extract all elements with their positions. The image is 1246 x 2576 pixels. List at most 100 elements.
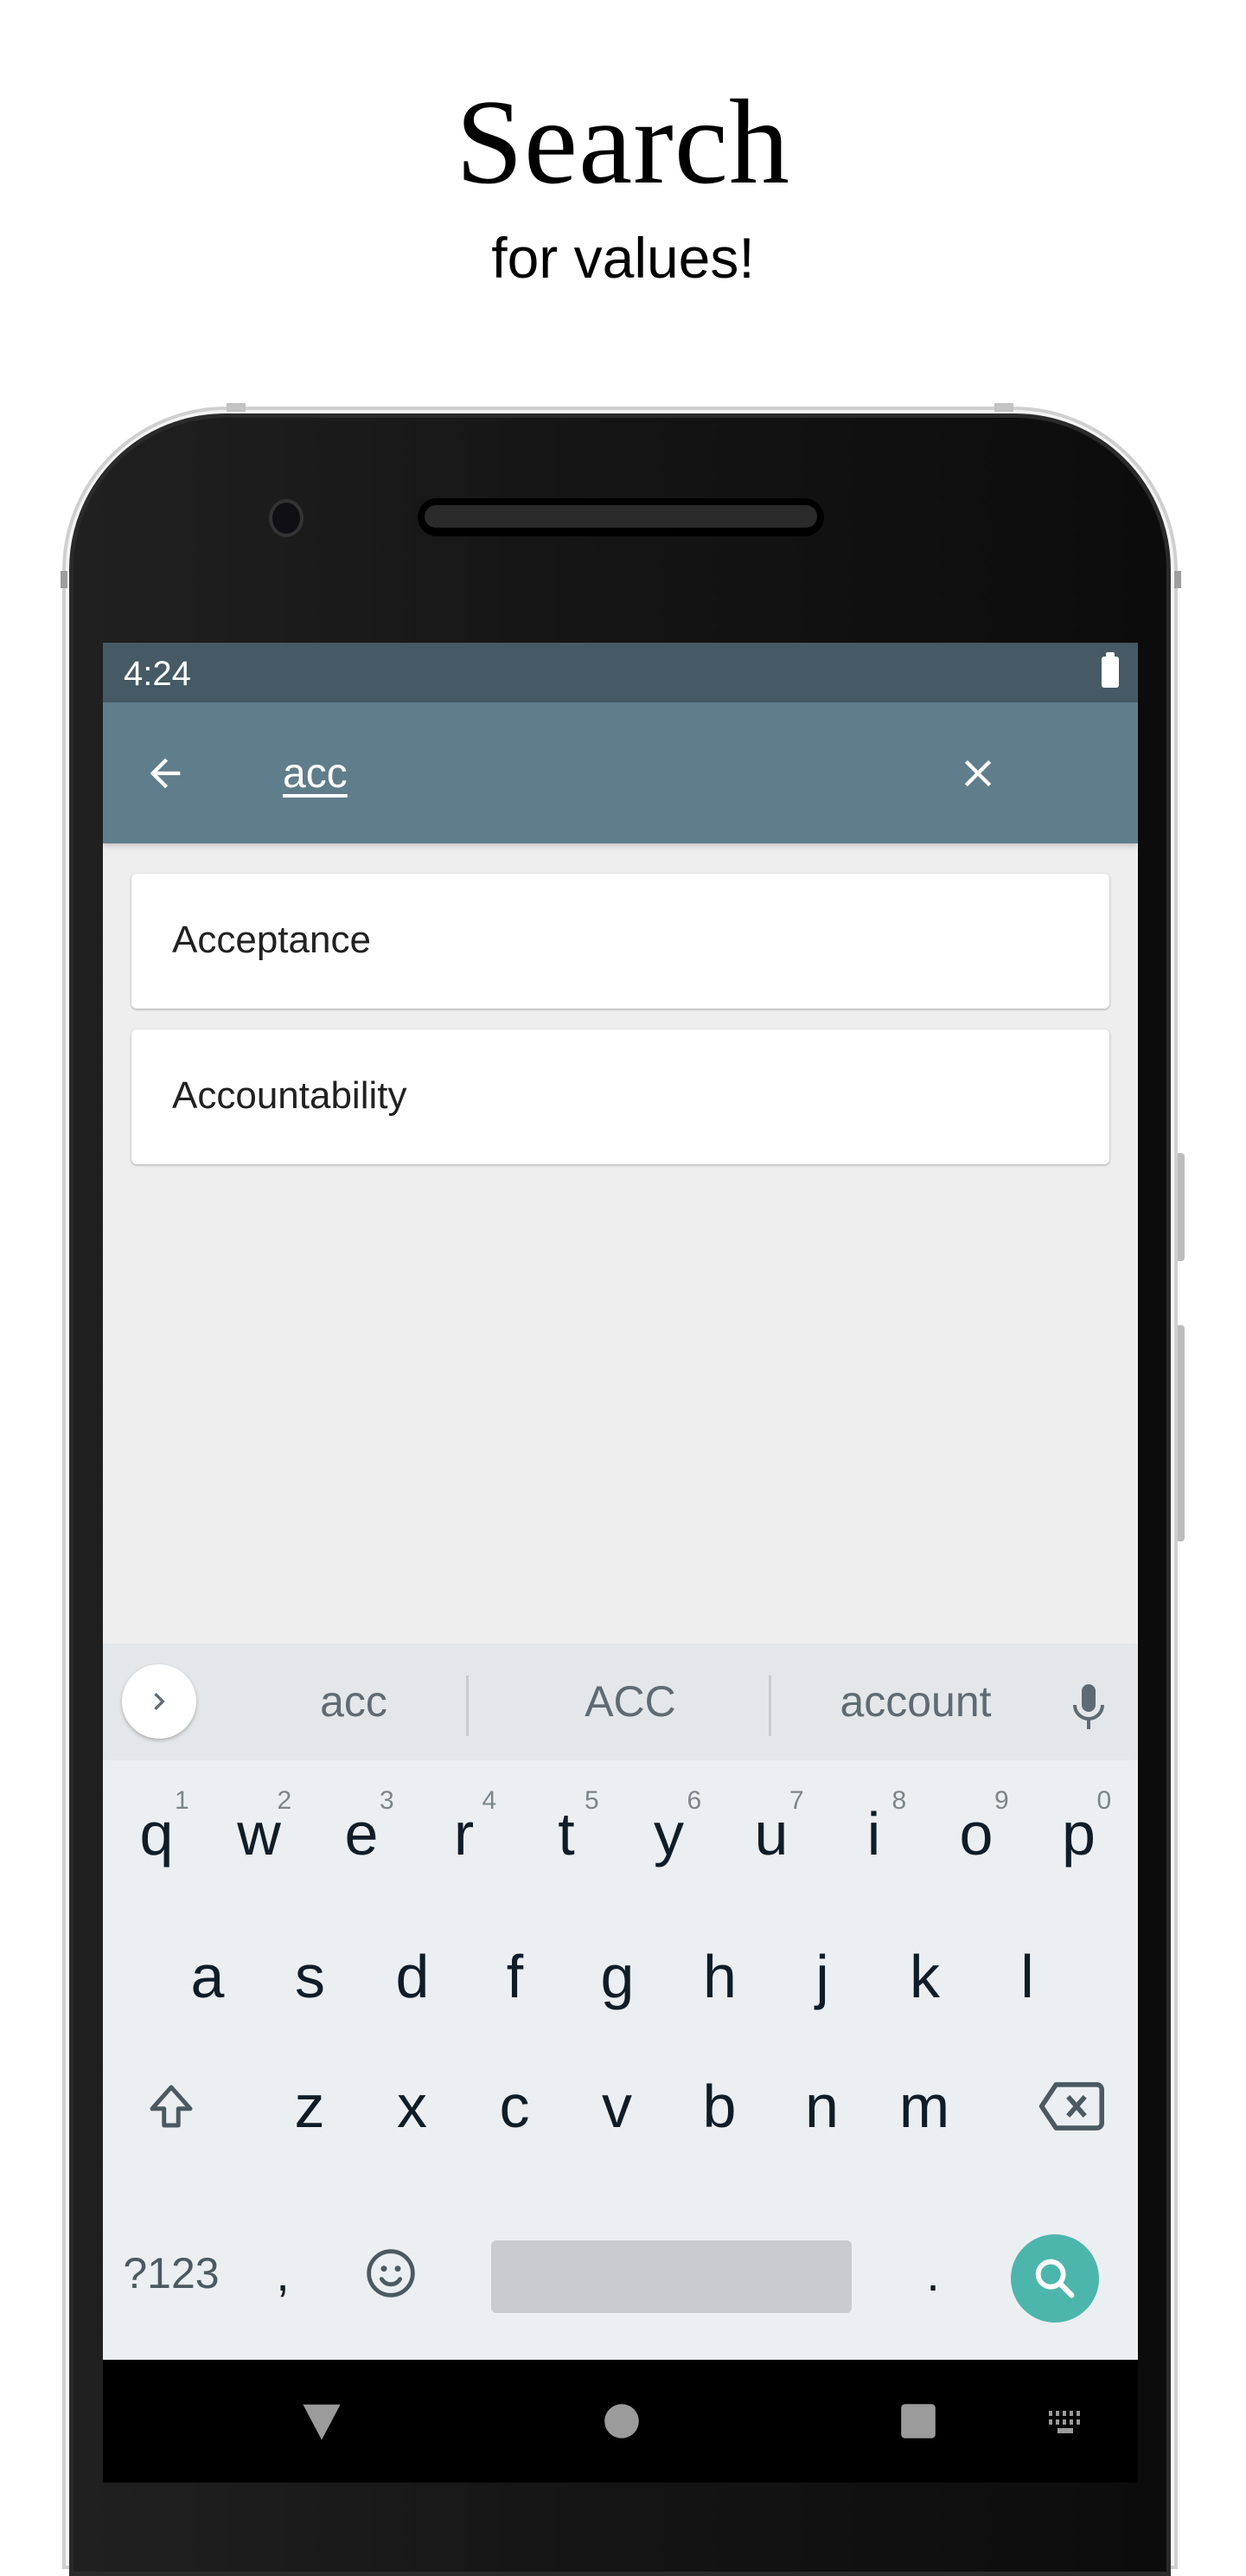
period-key-label: . xyxy=(926,2246,940,2301)
suggestion-divider xyxy=(769,1676,771,1736)
key-label: w xyxy=(237,1800,281,1868)
key-y[interactable]: 6y xyxy=(618,1760,720,1907)
nav-home-button[interactable] xyxy=(600,2400,643,2443)
volume-button xyxy=(1178,1153,1185,1261)
key-hint: 6 xyxy=(687,1786,702,1815)
suggestion-strip: acc ACC account xyxy=(103,1644,1138,1760)
key-m[interactable]: m xyxy=(873,2033,975,2180)
nav-recents-button[interactable] xyxy=(897,2400,940,2443)
system-nav-bar xyxy=(103,2360,1138,2483)
key-hint: 9 xyxy=(994,1786,1009,1815)
key-f[interactable]: f xyxy=(464,1903,566,2050)
phone-screen: 4:24 Acceptance Accountability acc ACC a… xyxy=(103,643,1138,2483)
key-v[interactable]: v xyxy=(566,2033,668,2180)
key-o[interactable]: 9o xyxy=(925,1760,1027,1907)
power-button xyxy=(1178,1325,1185,1541)
arrow-left-icon xyxy=(150,758,181,789)
key-a[interactable]: a xyxy=(157,1903,259,2050)
soft-keyboard: acc ACC account 1q2w3e4r5t6y7u8i9o0p asd… xyxy=(103,1644,1138,2360)
nav-recents-icon xyxy=(901,2404,936,2438)
key-l[interactable]: l xyxy=(976,1903,1078,2050)
key-label: e xyxy=(344,1800,379,1868)
key-e[interactable]: 3e xyxy=(310,1760,412,1907)
key-z[interactable]: z xyxy=(259,2033,361,2180)
nav-back-icon xyxy=(303,2404,341,2440)
suggestion-3[interactable]: account xyxy=(803,1676,1028,1727)
key-hint: 5 xyxy=(585,1786,599,1815)
backspace-key[interactable] xyxy=(1002,2033,1138,2180)
result-item[interactable]: Accountability xyxy=(131,1029,1109,1164)
key-r[interactable]: 4r xyxy=(413,1760,515,1907)
key-d[interactable]: d xyxy=(361,1903,463,2050)
search-input[interactable] xyxy=(283,746,888,801)
key-label: o xyxy=(959,1800,994,1868)
key-hint: 4 xyxy=(482,1786,497,1815)
key-hint: 7 xyxy=(789,1786,804,1815)
status-time: 4:24 xyxy=(124,655,191,693)
result-label: Accountability xyxy=(172,1074,407,1117)
key-p[interactable]: 0p xyxy=(1028,1760,1130,1907)
shift-key[interactable] xyxy=(103,2033,240,2180)
nav-back-button[interactable] xyxy=(300,2400,343,2443)
phone-top-notch-left xyxy=(227,403,246,412)
battery-full-icon xyxy=(1102,652,1119,688)
comma-key-label: , xyxy=(276,2246,290,2301)
promo-subline: for values! xyxy=(491,226,755,290)
search-icon xyxy=(1035,2259,1075,2298)
voice-input-button[interactable] xyxy=(1063,1676,1115,1737)
key-x[interactable]: x xyxy=(361,2033,463,2180)
key-s[interactable]: s xyxy=(259,1903,361,2050)
key-label: i xyxy=(866,1800,881,1868)
key-c[interactable]: c xyxy=(463,2033,565,2180)
period-key[interactable]: . xyxy=(881,2200,985,2347)
symbols-key[interactable]: ?123 xyxy=(103,2200,240,2347)
key-i[interactable]: 8i xyxy=(823,1760,925,1907)
keyboard-icon xyxy=(1049,2411,1080,2433)
back-button[interactable] xyxy=(137,746,193,801)
key-hint: 1 xyxy=(175,1786,189,1815)
result-label: Acceptance xyxy=(172,919,371,961)
phone-top-notch-right xyxy=(994,403,1013,412)
promo-headline: Search xyxy=(456,75,790,209)
space-bar[interactable] xyxy=(491,2240,852,2313)
key-w[interactable]: 2w xyxy=(208,1760,310,1907)
microphone-icon xyxy=(1073,1684,1104,1729)
nav-home-icon xyxy=(604,2404,639,2438)
key-hint: 0 xyxy=(1096,1786,1112,1815)
key-label: y xyxy=(654,1800,684,1868)
key-k[interactable]: k xyxy=(874,1903,976,2050)
key-u[interactable]: 7u xyxy=(720,1760,822,1907)
suggestion-2[interactable]: ACC xyxy=(535,1676,725,1727)
key-hint: 8 xyxy=(891,1786,907,1815)
key-g[interactable]: g xyxy=(566,1903,668,2050)
comma-key[interactable]: , xyxy=(240,2200,326,2347)
clear-search-button[interactable] xyxy=(950,746,1006,801)
phone-side-stub-left xyxy=(61,571,67,588)
emoji-icon xyxy=(367,2249,415,2297)
suggestion-divider xyxy=(466,1676,469,1736)
key-t[interactable]: 5t xyxy=(515,1760,617,1907)
key-b[interactable]: b xyxy=(668,2033,770,2180)
close-icon xyxy=(964,759,992,787)
keyboard-switch-button[interactable] xyxy=(1045,2406,1089,2438)
key-label: r xyxy=(453,1800,475,1868)
key-label: u xyxy=(754,1800,789,1868)
key-h[interactable]: h xyxy=(669,1903,771,2050)
key-q[interactable]: 1q xyxy=(105,1760,208,1907)
result-item[interactable]: Acceptance xyxy=(131,874,1109,1009)
key-j[interactable]: j xyxy=(771,1903,873,2050)
key-hint: 3 xyxy=(380,1786,394,1815)
key-n[interactable]: n xyxy=(771,2033,873,2180)
earpiece-speaker xyxy=(418,498,824,536)
backspace-icon xyxy=(1038,2082,1104,2131)
status-bar: 4:24 xyxy=(103,643,1138,702)
search-action-key[interactable] xyxy=(1011,2234,1099,2323)
symbols-key-label: ?123 xyxy=(123,2249,220,2297)
emoji-key[interactable] xyxy=(326,2200,456,2347)
shift-icon xyxy=(150,2085,193,2128)
key-label: q xyxy=(139,1800,174,1868)
phone-side-stub-right xyxy=(1174,571,1181,588)
keyboard-expand-button[interactable] xyxy=(122,1664,196,1739)
suggestion-1[interactable]: acc xyxy=(276,1676,431,1727)
search-app-bar xyxy=(103,702,1138,843)
